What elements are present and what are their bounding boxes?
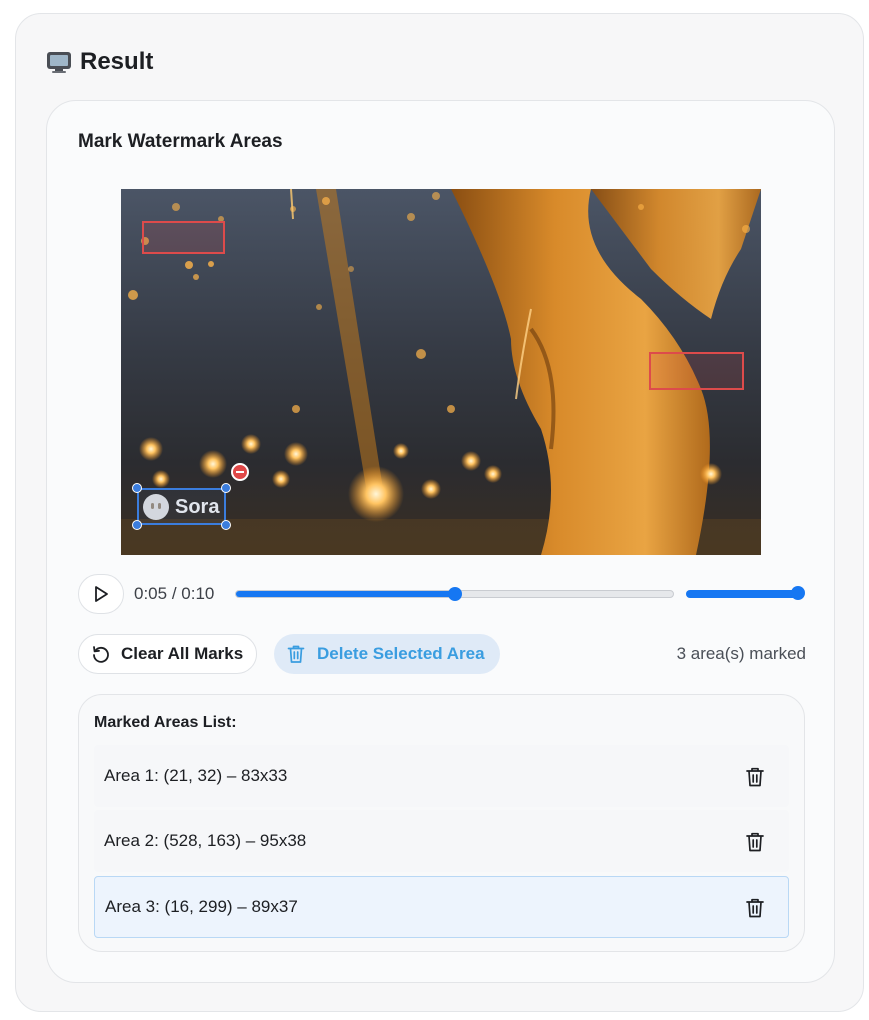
resize-handle-top-left[interactable] [132, 483, 142, 493]
result-title: Result [80, 48, 154, 75]
list-item-label: Area 2: (528, 163) – 95x38 [104, 831, 307, 850]
watermark-area-1[interactable] [142, 221, 225, 254]
result-panel: Result Mark Watermark Areas Sora 0:05 / … [15, 13, 864, 1012]
video-controls: 0:05 / 0:10 [78, 574, 806, 614]
resize-handle-bottom-right[interactable] [221, 520, 231, 530]
trash-icon[interactable] [745, 897, 765, 919]
remove-area-icon[interactable] [231, 463, 249, 481]
seek-thumb[interactable] [447, 587, 462, 601]
video-canvas[interactable]: Sora [121, 189, 761, 555]
duration: 0:10 [181, 584, 215, 603]
trash-icon[interactable] [745, 766, 765, 788]
tv-icon [47, 52, 71, 73]
action-row: Clear All Marks Delete Selected Area 3 a… [78, 634, 806, 674]
volume-thumb[interactable] [791, 586, 805, 600]
list-item-label: Area 3: (16, 299) – 89x37 [105, 897, 298, 916]
volume-slider[interactable] [686, 586, 805, 600]
delete-selected-area-button[interactable]: Delete Selected Area [274, 634, 500, 674]
seek-progress [236, 591, 455, 597]
clear-all-marks-label: Clear All Marks [121, 644, 244, 663]
resize-handle-top-right[interactable] [221, 483, 231, 493]
marked-count: 3 area(s) marked [676, 644, 806, 663]
list-title: Marked Areas List: [94, 714, 237, 731]
list-item-selected[interactable]: Area 3: (16, 299) – 89x37 [94, 876, 789, 938]
list-item-label: Area 1: (21, 32) – 83x33 [104, 766, 288, 785]
trash-icon[interactable] [745, 831, 765, 853]
delete-selected-area-label: Delete Selected Area [317, 644, 485, 663]
play-icon [95, 586, 108, 602]
current-time: 0:05 [134, 584, 168, 603]
play-button[interactable] [78, 574, 124, 614]
section-title: Mark Watermark Areas [78, 131, 283, 152]
watermark-area-3-selected[interactable] [137, 488, 226, 525]
seek-slider[interactable] [235, 587, 674, 601]
result-heading: Result [46, 48, 153, 76]
clear-all-marks-button[interactable]: Clear All Marks [78, 634, 258, 674]
reset-icon [93, 646, 109, 663]
time-separator: / [171, 584, 177, 603]
watermark-area-2[interactable] [649, 352, 744, 390]
list-item[interactable]: Area 2: (528, 163) – 95x38 [94, 810, 789, 872]
volume-level [686, 590, 802, 598]
time-display: 0:05 / 0:10 [134, 584, 214, 604]
mark-areas-card: Mark Watermark Areas Sora 0:05 / 0:10 Cl… [46, 100, 835, 983]
list-item[interactable]: Area 1: (21, 32) – 83x33 [94, 745, 789, 807]
marked-areas-list: Marked Areas List: Area 1: (21, 32) – 83… [78, 694, 805, 952]
trash-icon [287, 645, 305, 663]
resize-handle-bottom-left[interactable] [132, 520, 142, 530]
